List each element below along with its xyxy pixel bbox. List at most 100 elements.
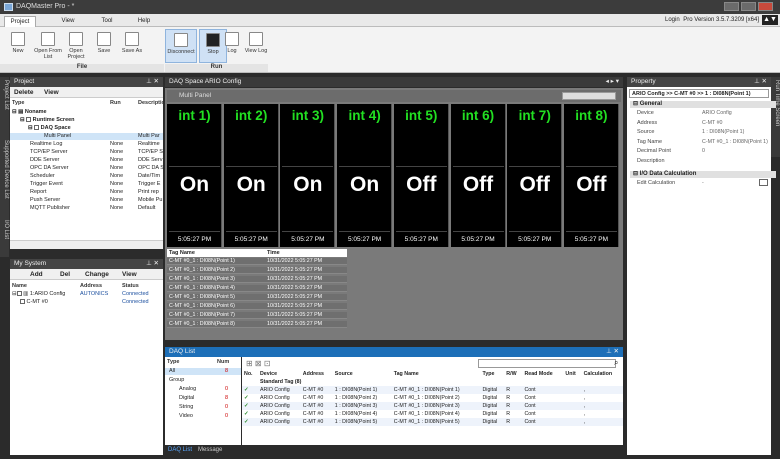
- tree-root[interactable]: ⊟ ▤ Noname: [12, 109, 47, 116]
- tree-runtime-screen[interactable]: ⊟ Runtime Screen: [20, 117, 75, 124]
- daqlist-search-input[interactable]: [478, 359, 616, 368]
- daqlist-row[interactable]: ✓ ARIO Config C-MT #0 1 : DI08N(Point 1) C-M…: [242, 386, 623, 394]
- open-from-list-button[interactable]: Open From List: [34, 29, 62, 63]
- save-as-button[interactable]: Save As: [118, 29, 146, 63]
- open-project-button[interactable]: Open Project: [62, 29, 90, 63]
- monitor-tile[interactable]: int 7) Off 5:05:27 PM: [507, 104, 563, 247]
- daqlist-cell: ,: [581, 394, 623, 402]
- project-list-side-tab[interactable]: Project List: [0, 77, 9, 137]
- daqlist-cell: C-MT #0: [300, 394, 333, 402]
- group-row[interactable]: Standard Tag (8): [242, 378, 623, 386]
- project-item-desc: Trigger E: [138, 181, 161, 187]
- monitor-tile[interactable]: int 8) Off 5:05:27 PM: [563, 104, 619, 247]
- disconnect-button[interactable]: Disconnect: [165, 29, 197, 63]
- add-button[interactable]: Add: [30, 271, 43, 278]
- daqlist-cell: Digital: [480, 386, 505, 394]
- monitor-tile[interactable]: int 4) On 5:05:27 PM: [337, 104, 393, 247]
- project-item[interactable]: Report None Print rep: [10, 189, 163, 196]
- project-item[interactable]: Realtime Log None Realtime: [10, 141, 163, 148]
- property-value[interactable]: C-MT #0_1 : DI08N(Point 1): [702, 139, 768, 145]
- type-item[interactable]: Analog 0: [165, 386, 241, 393]
- property-pin-icon[interactable]: ⊥ ✕: [754, 77, 767, 87]
- tab-project[interactable]: Project: [4, 16, 36, 27]
- property-label: Source: [637, 129, 655, 135]
- tab-view[interactable]: View: [52, 16, 84, 27]
- project-item[interactable]: Multi Panel Multi Par: [10, 133, 163, 140]
- property-value[interactable]: C-MT #0: [702, 120, 723, 126]
- project-item[interactable]: Trigger Event None Trigger E: [10, 181, 163, 188]
- monitor-tile[interactable]: int 1) On 5:05:27 PM: [167, 104, 222, 247]
- daqlist-row[interactable]: ✓ ARIO Config C-MT #0 1 : DI08N(Point 2) C-M…: [242, 394, 623, 402]
- project-item[interactable]: Scheduler None Date/Tim: [10, 173, 163, 180]
- type-item[interactable]: Video 0: [165, 413, 241, 420]
- tile-value: Off: [462, 173, 494, 196]
- project-item-desc: Default: [138, 205, 156, 211]
- io-calc-category[interactable]: ⊟ I/O Data Calculation: [630, 171, 776, 178]
- minimize-button[interactable]: [724, 2, 739, 11]
- monitor-tile[interactable]: int 2) On 5:05:27 PM: [223, 104, 279, 247]
- tab-daq-list[interactable]: DAQ List: [168, 447, 192, 453]
- daqlist-pin-icon[interactable]: ⊥ ✕: [606, 347, 619, 357]
- project-item-run: None: [110, 197, 124, 203]
- tab-message[interactable]: Message: [198, 447, 222, 453]
- runtime-screen-side-tab[interactable]: Run Time Screen: [771, 77, 780, 157]
- edit-calculation-value[interactable]: -: [702, 180, 704, 186]
- tree-daq-space[interactable]: ⊟ DAQ Space: [28, 125, 71, 132]
- project-item-name: MQTT Publisher: [30, 205, 70, 211]
- monitor-tile[interactable]: int 6) Off 5:05:27 PM: [450, 104, 506, 247]
- maximize-button[interactable]: [741, 2, 756, 11]
- general-category[interactable]: ⊟ General: [630, 101, 776, 108]
- login-link[interactable]: Login: [665, 17, 680, 23]
- project-item[interactable]: MQTT Publisher None Default: [10, 205, 163, 212]
- collapse-ribbon-icon[interactable]: ▲▼: [762, 15, 778, 25]
- del-button[interactable]: Del: [60, 271, 70, 278]
- property-value[interactable]: ARIO Config: [702, 110, 732, 116]
- supported-device-list-side-tab[interactable]: Supported Device List: [0, 137, 9, 217]
- project-item[interactable]: DDE Server None DDE Serv: [10, 157, 163, 164]
- type-item[interactable]: String 0: [165, 404, 241, 411]
- change-button[interactable]: Change: [85, 271, 109, 278]
- pin-close-icon[interactable]: ⊥ ✕: [146, 77, 159, 87]
- io-list-side-tab[interactable]: I/O List: [0, 217, 9, 257]
- project-view-menu[interactable]: View: [44, 89, 59, 96]
- project-hscrollbar[interactable]: [10, 240, 163, 249]
- edit-calculation-button[interactable]: [759, 179, 768, 186]
- close-button[interactable]: [758, 2, 773, 11]
- panel-window-controls[interactable]: [562, 92, 616, 100]
- project-item[interactable]: TCP/EP Server None TCP/EP S: [10, 149, 163, 156]
- save-button[interactable]: Save: [90, 29, 118, 63]
- tile-divider: [225, 166, 277, 167]
- system-row[interactable]: C-MT #0 Connected: [20, 299, 163, 306]
- project-item-name: Report: [30, 189, 47, 195]
- mysystem-pin-icon[interactable]: ⊥ ✕: [146, 259, 159, 269]
- daqlist-toolbar-icons[interactable]: ⊞ ⊠ ⊡: [246, 359, 294, 368]
- daqlist-row[interactable]: ✓ ARIO Config C-MT #0 1 : DI08N(Point 5) C-M…: [242, 418, 623, 426]
- daqlist-cell: R: [504, 394, 523, 402]
- daqlist-cell: [563, 410, 582, 418]
- log-tag: C-MT #0_1 : DI08N(Point 7): [167, 312, 265, 319]
- tile-divider: [509, 166, 561, 167]
- monitor-tile[interactable]: int 3) On 5:05:27 PM: [280, 104, 336, 247]
- project-item[interactable]: OPC DA Server None OPC DA S: [10, 165, 164, 172]
- daqspace-nav-icon[interactable]: ◂ ▸ ▾: [606, 77, 619, 87]
- log-col-time: Time: [267, 250, 280, 256]
- delete-button[interactable]: Delete: [14, 89, 34, 96]
- new-button[interactable]: New: [4, 29, 32, 63]
- mysystem-view-menu[interactable]: View: [122, 271, 137, 278]
- project-item-name: OPC DA Server: [30, 165, 69, 171]
- view-log-button[interactable]: View Log: [242, 29, 270, 63]
- tab-help[interactable]: Help: [128, 16, 160, 27]
- daqlist-row[interactable]: ✓ ARIO Config C-MT #0 1 : DI08N(Point 3) C-M…: [242, 402, 623, 410]
- monitor-tile[interactable]: int 5) Off 5:05:27 PM: [393, 104, 449, 247]
- daqlist-row[interactable]: ✓ ARIO Config C-MT #0 1 : DI08N(Point 4) C-M…: [242, 410, 623, 418]
- tab-tool[interactable]: Tool: [91, 16, 123, 27]
- type-item[interactable]: All 8: [165, 368, 241, 375]
- type-item[interactable]: Digital 8: [165, 395, 241, 402]
- type-item[interactable]: Group: [165, 377, 241, 384]
- search-icon[interactable]: ⌕: [614, 358, 618, 368]
- system-row[interactable]: ⊟ ▥ 1:ARIO Config AUTONICS Connected: [12, 291, 163, 298]
- property-value[interactable]: 1 : DI08N(Point 1): [702, 129, 744, 135]
- property-value[interactable]: 0: [702, 148, 705, 154]
- project-item[interactable]: Push Server None Mobile Pu: [10, 197, 163, 204]
- view-log-icon: [249, 32, 263, 46]
